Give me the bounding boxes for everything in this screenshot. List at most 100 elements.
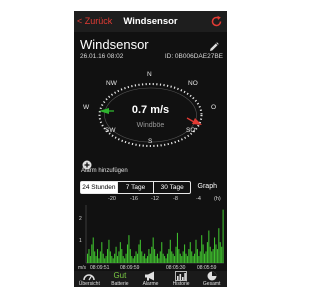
time-tick: -12 — [151, 196, 159, 202]
chart-bar — [96, 249, 99, 263]
chart-bar — [206, 242, 208, 263]
chart-bar — [131, 256, 133, 263]
navigation-bar: < Zurück Windsensor — [74, 11, 227, 32]
chart-bar — [184, 244, 186, 263]
chart-bar — [166, 253, 168, 263]
chart-bar — [134, 256, 136, 263]
megaphone-icon — [144, 271, 156, 281]
tab-total[interactable]: Gesamt — [196, 271, 227, 287]
edit-pencil-icon[interactable] — [209, 39, 219, 51]
chart-bar — [124, 258, 126, 263]
chart-bar — [114, 253, 116, 263]
chart-bar — [201, 235, 203, 263]
chart-bar — [169, 239, 171, 263]
time-axis: -20 -16 -12 -8 -4 (h) — [74, 196, 227, 204]
chart-bar — [119, 242, 121, 263]
chart-bar — [189, 242, 191, 263]
chart-bar — [176, 232, 178, 263]
tab-overview[interactable]: Übersicht — [74, 271, 105, 287]
chart-bar — [192, 256, 194, 263]
chart-bar — [211, 251, 213, 263]
chart-bar — [168, 249, 170, 263]
tab-7-days[interactable]: 7 Tage — [118, 182, 155, 193]
add-alarm-label[interactable]: Alarm hinzufügen — [81, 168, 128, 174]
time-tick: -16 — [130, 196, 138, 202]
chart-bar — [181, 256, 183, 263]
gust-label: Windböe — [136, 122, 165, 129]
pie-chart-icon — [206, 271, 218, 281]
chart-bar — [139, 239, 141, 263]
chart-bar — [89, 256, 91, 263]
tab-history[interactable]: Historie — [166, 271, 197, 287]
time-tick: -8 — [173, 196, 178, 202]
chart-bar — [106, 249, 109, 263]
chart-plot-area — [85, 205, 224, 264]
bottom-tab-bar: Übersicht Gut Batterie Alarme Historie G… — [74, 271, 227, 287]
add-alarm-plus-icon[interactable] — [82, 157, 92, 170]
chart-bar — [198, 256, 200, 263]
refresh-icon[interactable] — [210, 15, 223, 28]
tab-24-hours[interactable]: 24 Stunden — [81, 182, 118, 193]
chart-bar — [175, 246, 177, 263]
app-screen: < Zurück Windsensor Windsensor 26.01.16 … — [74, 11, 227, 287]
tab-label: Historie — [172, 281, 190, 287]
chart-bar — [152, 237, 154, 263]
sensor-title: Windsensor — [80, 37, 149, 52]
chart-bar — [154, 249, 156, 263]
chart-bar — [95, 256, 97, 263]
battery-status: Gut — [113, 271, 127, 280]
device-id: ID: 0B006DAE27BE — [164, 53, 223, 60]
chart-bar — [142, 256, 144, 263]
graph-toggle[interactable]: Graph — [198, 183, 217, 190]
time-range-selector: 24 Stunden 7 Tage 30 Tage — [80, 181, 191, 194]
chart-bar — [138, 244, 140, 263]
chart-bar — [118, 251, 120, 263]
chart-bar — [208, 230, 210, 263]
chart-bar — [104, 258, 106, 263]
chart-bar — [145, 258, 147, 263]
chart-bar — [195, 239, 197, 263]
chart-bar — [122, 256, 124, 263]
tab-label: Gesamt — [202, 281, 221, 287]
chart-bar — [221, 246, 223, 263]
chart-bar — [126, 244, 129, 263]
chart-bar — [182, 251, 184, 263]
chart-bar — [179, 253, 181, 263]
chart-bar — [218, 228, 220, 263]
chart-bar — [161, 242, 163, 263]
chart-bar — [151, 246, 153, 263]
chart-bar — [101, 242, 103, 263]
chart-bar — [102, 253, 104, 263]
direction-s: S — [148, 138, 153, 145]
time-tick: -20 — [108, 196, 116, 202]
chart-bar — [88, 249, 90, 263]
chart-bar — [178, 249, 180, 263]
chart-bar — [164, 256, 166, 263]
chart-bar — [109, 251, 111, 263]
chart-bar — [141, 251, 143, 263]
time-tick-unit: (h) — [214, 196, 221, 202]
chart-bar — [91, 244, 93, 263]
tab-battery[interactable]: Gut Batterie — [105, 271, 136, 287]
measurement-timestamp: 26.01.16 08:02 — [80, 53, 124, 60]
chart-bar — [129, 249, 131, 263]
y-tick-label: 2 — [79, 216, 82, 222]
tab-alarms[interactable]: Alarme — [135, 271, 166, 287]
chart-bar — [171, 251, 173, 263]
chart-bar — [162, 253, 164, 263]
chart-bar — [112, 258, 114, 263]
chart-bar — [155, 256, 157, 263]
chart-bar — [148, 249, 150, 263]
chart-bar — [121, 249, 123, 263]
chart-bar — [204, 253, 206, 263]
chart-bar — [98, 258, 100, 263]
wind-history-chart: 2 1 — [74, 205, 227, 265]
chart-bar — [215, 244, 217, 263]
chart-bar — [194, 253, 196, 263]
chart-bar — [158, 258, 160, 263]
chart-bar — [219, 242, 221, 263]
tab-30-days[interactable]: 30 Tage — [154, 182, 190, 193]
chart-bar — [87, 253, 89, 263]
chart-bar — [202, 244, 204, 263]
y-tick-label: 1 — [79, 238, 82, 244]
